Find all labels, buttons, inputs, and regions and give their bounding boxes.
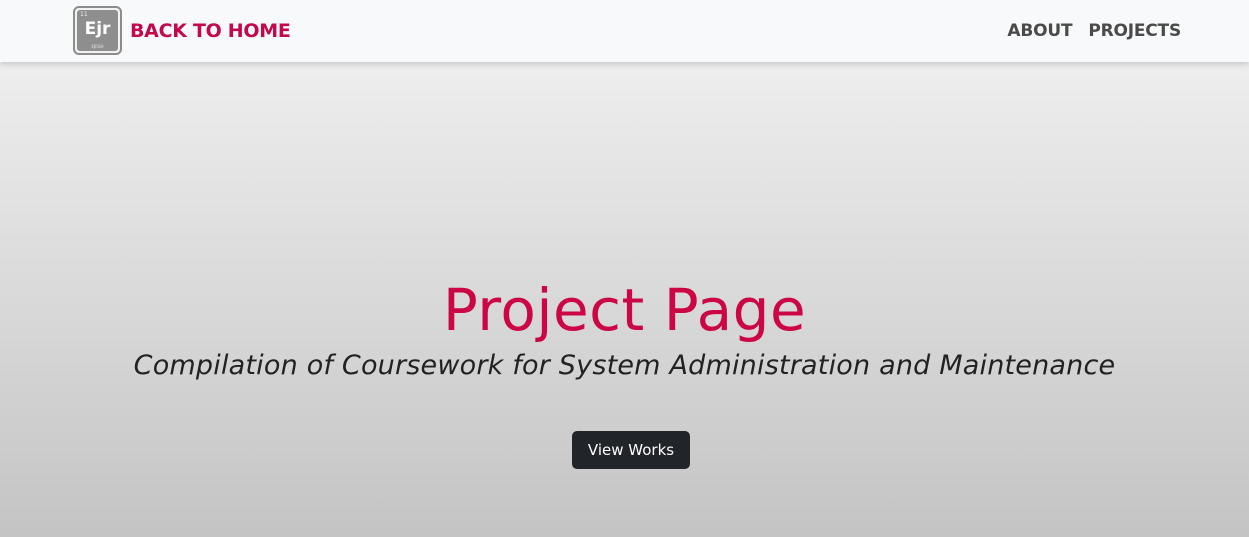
page-title: Project Page: [442, 276, 807, 344]
nav-link-about[interactable]: ABOUT: [1007, 21, 1072, 41]
nav-links: ABOUT PROJECTS: [991, 0, 1181, 62]
navbar: 11 Ejr EJRSH BACK TO HOME ABOUT PROJECTS: [0, 0, 1249, 62]
page-subtitle: Compilation of Coursework for System Adm…: [133, 350, 1116, 381]
logo-tile: 11 Ejr EJRSH: [77, 10, 118, 51]
logo-atomic-number: 11: [80, 11, 88, 18]
brand-label: BACK TO HOME: [130, 19, 291, 42]
back-to-home-link[interactable]: 11 Ejr EJRSH BACK TO HOME: [73, 6, 291, 55]
view-works-button[interactable]: View Works: [572, 431, 690, 469]
hero-section: Project Page Compilation of Coursework f…: [0, 62, 1249, 537]
nav-link-projects[interactable]: PROJECTS: [1088, 21, 1181, 41]
logo-name: EJRSH: [91, 44, 104, 49]
logo-icon: 11 Ejr EJRSH: [73, 6, 122, 55]
logo-symbol: Ejr: [84, 19, 111, 39]
